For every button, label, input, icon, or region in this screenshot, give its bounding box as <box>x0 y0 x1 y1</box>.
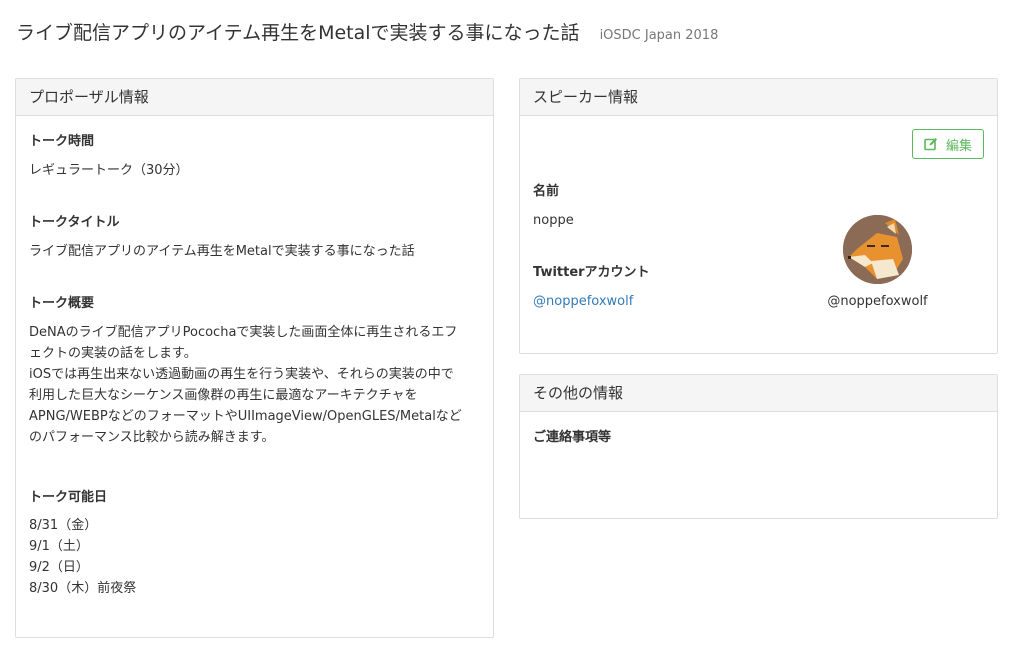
contact-notes-label: ご連絡事項等 <box>533 430 612 445</box>
summary-line: APNG/WEBPなどのフォーマットやUIImageView/OpenGLES/… <box>29 409 462 424</box>
other-info-panel: その他の情報 ご連絡事項等 <box>519 374 998 519</box>
edit-icon <box>924 138 937 151</box>
available-date: 8/30（木）前夜祭 <box>29 581 137 596</box>
available-date: 9/1（土） <box>29 539 89 554</box>
proposal-panel: プロポーザル情報 トーク時間 レギュラートーク（30分） トークタイトル ライブ… <box>15 78 494 638</box>
speaker-panel-heading: スピーカー情報 <box>520 79 997 116</box>
available-date: 9/2（日） <box>29 560 89 575</box>
other-info-panel-heading: その他の情報 <box>520 375 997 412</box>
speaker-name-value: noppe <box>533 213 574 228</box>
summary-line: のパフォーマンス比較から読み解きます。 <box>29 430 275 445</box>
page-title: ライブ配信アプリのアイテム再生をMetalで実装する事になった話 <box>16 22 580 44</box>
event-name: iOSDC Japan 2018 <box>599 28 719 43</box>
summary-line: DeNAのライブ配信アプリPocochaで実装した画面全体に再生されるエフ <box>29 325 458 340</box>
talk-summary-text: DeNAのライブ配信アプリPocochaで実装した画面全体に再生されるエフ ェク… <box>29 322 489 448</box>
talk-time-value: レギュラートーク（30分） <box>29 163 189 178</box>
talk-summary-label: トーク概要 <box>29 296 95 311</box>
summary-line: iOSでは再生出来ない透過動画の再生を行う実装や、それらの実装の中で <box>29 367 454 382</box>
twitter-label: Twitterアカウント <box>533 265 650 280</box>
avatar <box>843 215 912 284</box>
fox-avatar-icon <box>843 215 912 284</box>
edit-button[interactable]: 編集 <box>912 129 984 159</box>
available-date: 8/31（金） <box>29 518 98 533</box>
proposal-panel-heading: プロポーザル情報 <box>16 79 493 116</box>
edit-button-label: 編集 <box>945 138 972 154</box>
page-header: ライブ配信アプリのアイテム再生をMetalで実装する事になった話 iOSDC J… <box>16 18 718 45</box>
available-dates-list: 8/31（金） 9/1（土） 9/2（日） 8/30（木）前夜祭 <box>29 515 136 599</box>
available-dates-label: トーク可能日 <box>29 490 108 505</box>
speaker-panel: スピーカー情報 編集 名前 noppe Twitterアカウント @noppef… <box>519 78 998 354</box>
talk-title-value: ライブ配信アプリのアイテム再生をMetalで実装する事になった話 <box>29 244 415 259</box>
summary-line: 利用した巨大なシーケンス画像群の再生に最適なアーキテクチャを <box>29 388 418 403</box>
talk-time-label: トーク時間 <box>29 134 95 149</box>
talk-title-label: トークタイトル <box>29 215 120 230</box>
speaker-name-label: 名前 <box>533 184 560 199</box>
avatar-handle: @noppefoxwolf <box>827 294 928 309</box>
summary-line: ェクトの実装の話をします。 <box>29 346 197 361</box>
twitter-link[interactable]: @noppefoxwolf <box>533 291 633 312</box>
